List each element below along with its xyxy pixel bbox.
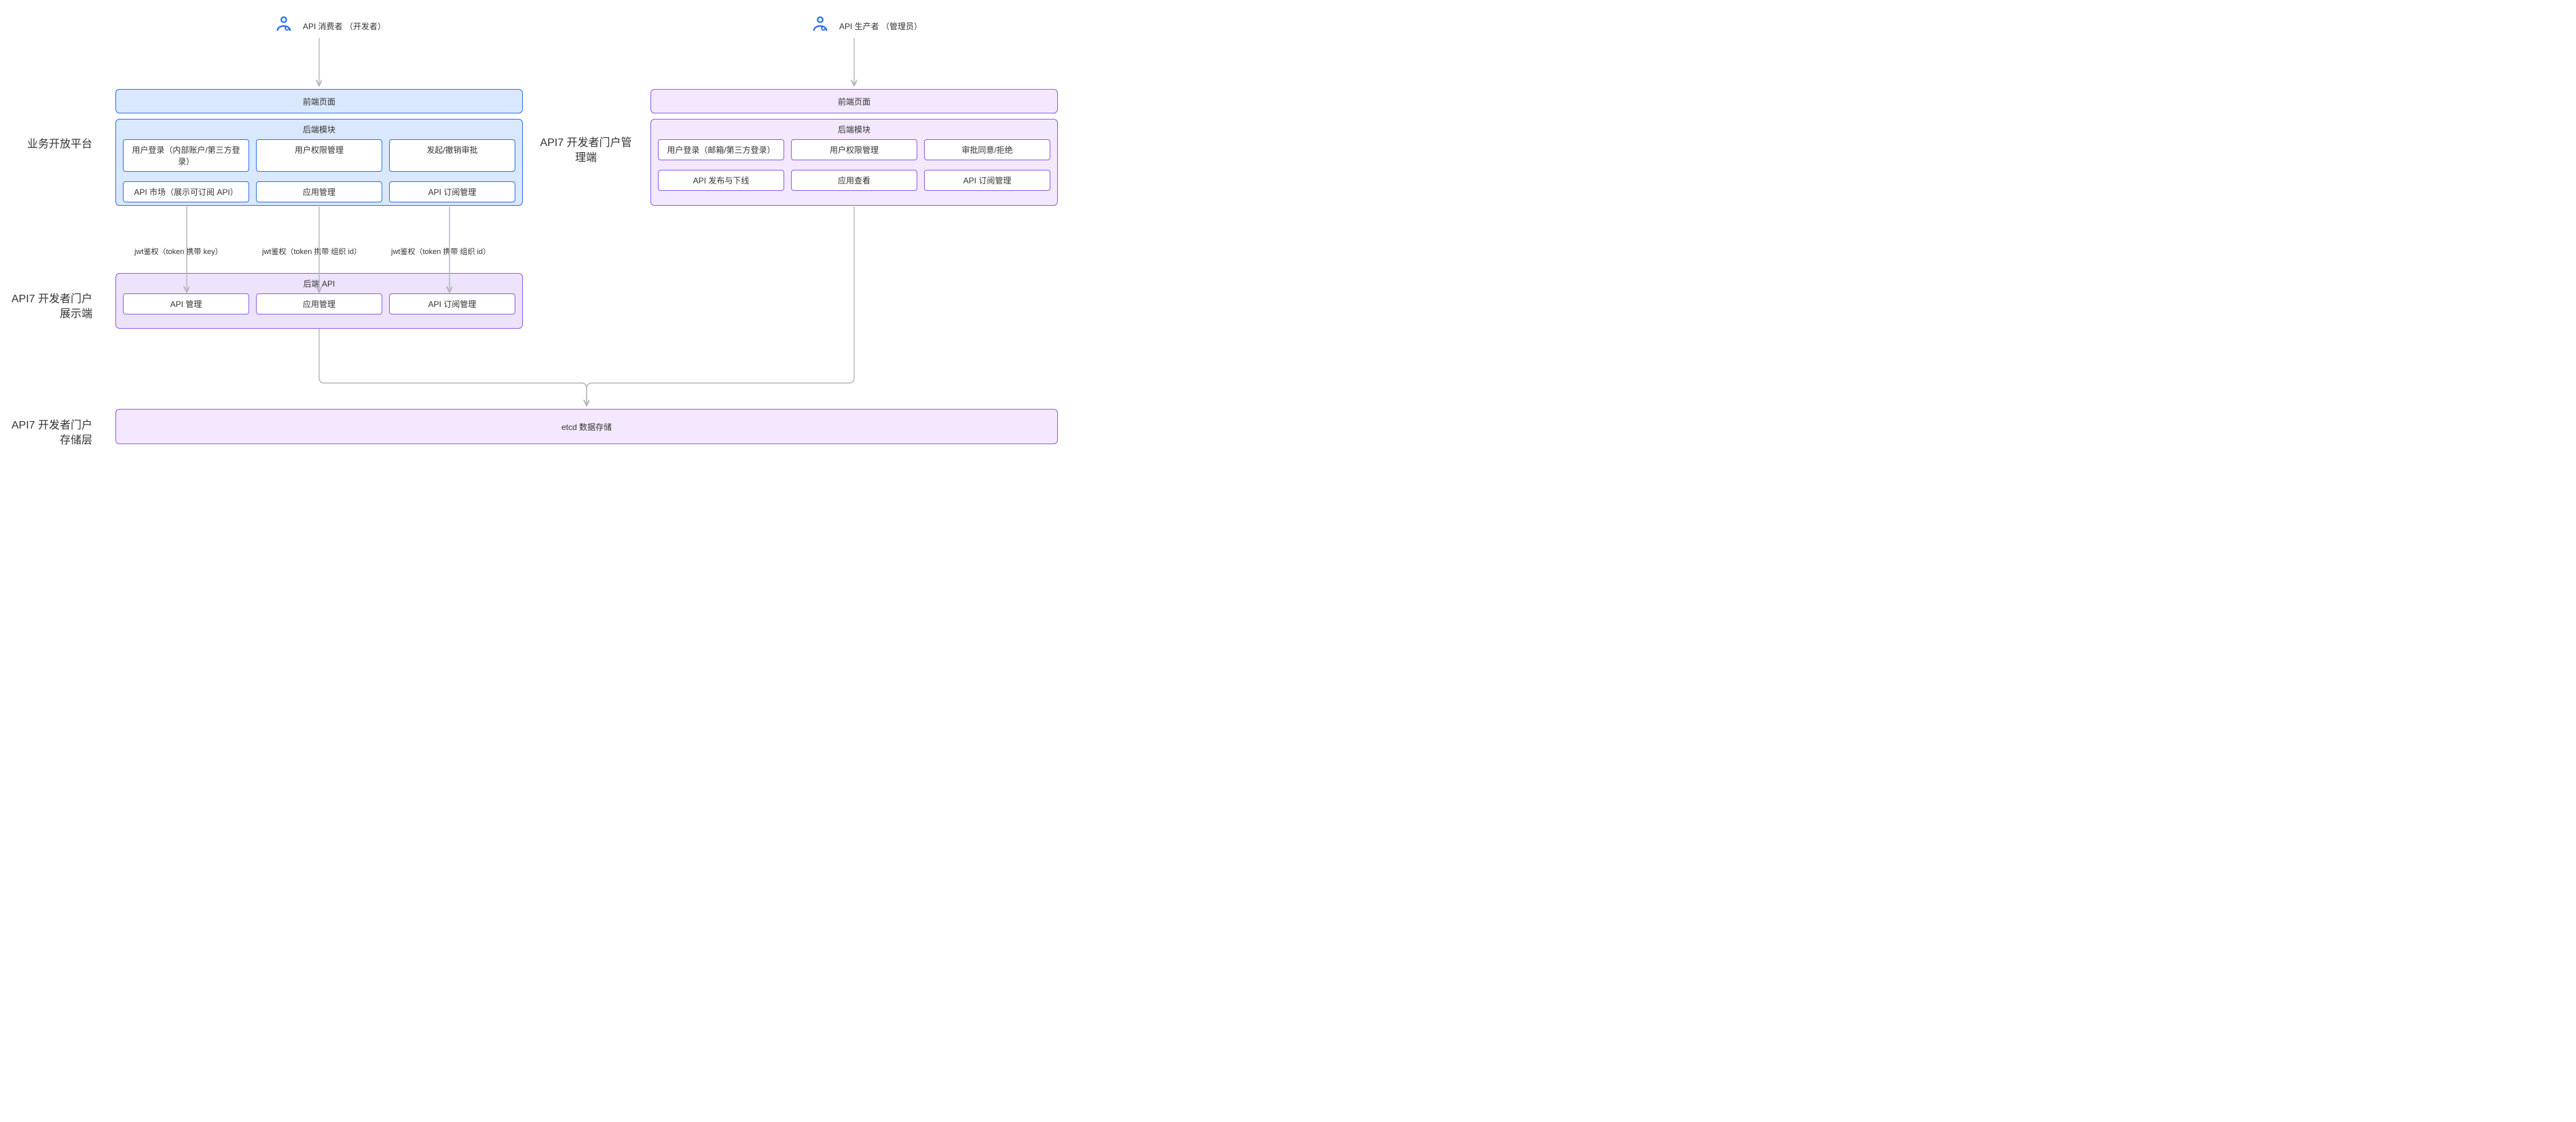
- left-api-title: 后端 API: [116, 274, 522, 293]
- cell-app-mgmt: 应用管理: [256, 181, 382, 202]
- right-backend-row1: 用户登录（邮箱/第三方登录） 用户权限管理 审批同意/拒绝: [651, 139, 1057, 167]
- section-label-admin: API7 开发者门户管理端: [535, 136, 637, 166]
- right-frontend-title: 前端页面: [651, 90, 1057, 111]
- cell-user-perm-r: 用户权限管理: [791, 139, 917, 160]
- right-frontend-panel: 前端页面: [650, 89, 1058, 113]
- cell-app-view: 应用查看: [791, 170, 917, 191]
- user-icon: [811, 15, 830, 34]
- user-icon: [274, 15, 293, 34]
- actor-consumer-label: API 消费者 （开发者）: [303, 20, 386, 32]
- cell-user-login: 用户登录（内部账户/第三方登录）: [123, 139, 249, 172]
- edge-jwt-key: jwt鉴权（token 携带 key）: [134, 246, 223, 257]
- cell-api-sub: API 订阅管理: [389, 181, 515, 202]
- left-backend-row2: API 市场（展示可订阅 API） 应用管理 API 订阅管理: [116, 179, 522, 209]
- left-frontend-title: 前端页面: [116, 90, 522, 111]
- storage-title: etcd 数据存储: [116, 410, 1057, 437]
- left-api-row: API 管理 应用管理 API 订阅管理: [116, 293, 522, 321]
- cell-app-mgmt2: 应用管理: [256, 293, 382, 314]
- left-frontend-panel: 前端页面: [115, 89, 523, 113]
- cell-api-pub: API 发布与下线: [658, 170, 784, 191]
- left-backend-row1: 用户登录（内部账户/第三方登录） 用户权限管理 发起/撤销审批: [116, 139, 522, 179]
- section-label-display: API7 开发者门户展示端: [7, 292, 92, 323]
- cell-api-sub2: API 订阅管理: [389, 293, 515, 314]
- actor-producer-label: API 生产者 （管理员）: [839, 20, 922, 32]
- section-label-storage: API7 开发者门户存储层: [7, 418, 92, 449]
- right-backend-title: 后端模块: [651, 120, 1057, 139]
- cell-user-perm: 用户权限管理: [256, 139, 382, 172]
- actor-producer: [811, 15, 830, 34]
- right-backend-row2: API 发布与下线 应用查看 API 订阅管理: [651, 167, 1057, 198]
- left-api-panel: 后端 API API 管理 应用管理 API 订阅管理: [115, 273, 523, 329]
- storage-panel: etcd 数据存储: [115, 409, 1058, 444]
- edge-jwt-org2: jwt鉴权（token 携带 组织 id）: [391, 246, 490, 257]
- actor-consumer: [274, 15, 293, 34]
- connectors: [0, 0, 1029, 448]
- left-backend-panel: 后端模块 用户登录（内部账户/第三方登录） 用户权限管理 发起/撤销审批 API…: [115, 119, 523, 206]
- edge-jwt-org1: jwt鉴权（token 携带 组织 id）: [262, 246, 361, 257]
- cell-approve-r: 审批同意/拒绝: [924, 139, 1050, 160]
- section-label-business: 业务开放平台: [7, 134, 92, 151]
- cell-user-login-r: 用户登录（邮箱/第三方登录）: [658, 139, 784, 160]
- cell-approval: 发起/撤销审批: [389, 139, 515, 172]
- cell-api-sub-r: API 订阅管理: [924, 170, 1050, 191]
- cell-api-mgmt: API 管理: [123, 293, 249, 314]
- cell-api-market: API 市场（展示可订阅 API）: [123, 181, 249, 202]
- left-backend-title: 后端模块: [116, 120, 522, 139]
- right-backend-panel: 后端模块 用户登录（邮箱/第三方登录） 用户权限管理 审批同意/拒绝 API 发…: [650, 119, 1058, 206]
